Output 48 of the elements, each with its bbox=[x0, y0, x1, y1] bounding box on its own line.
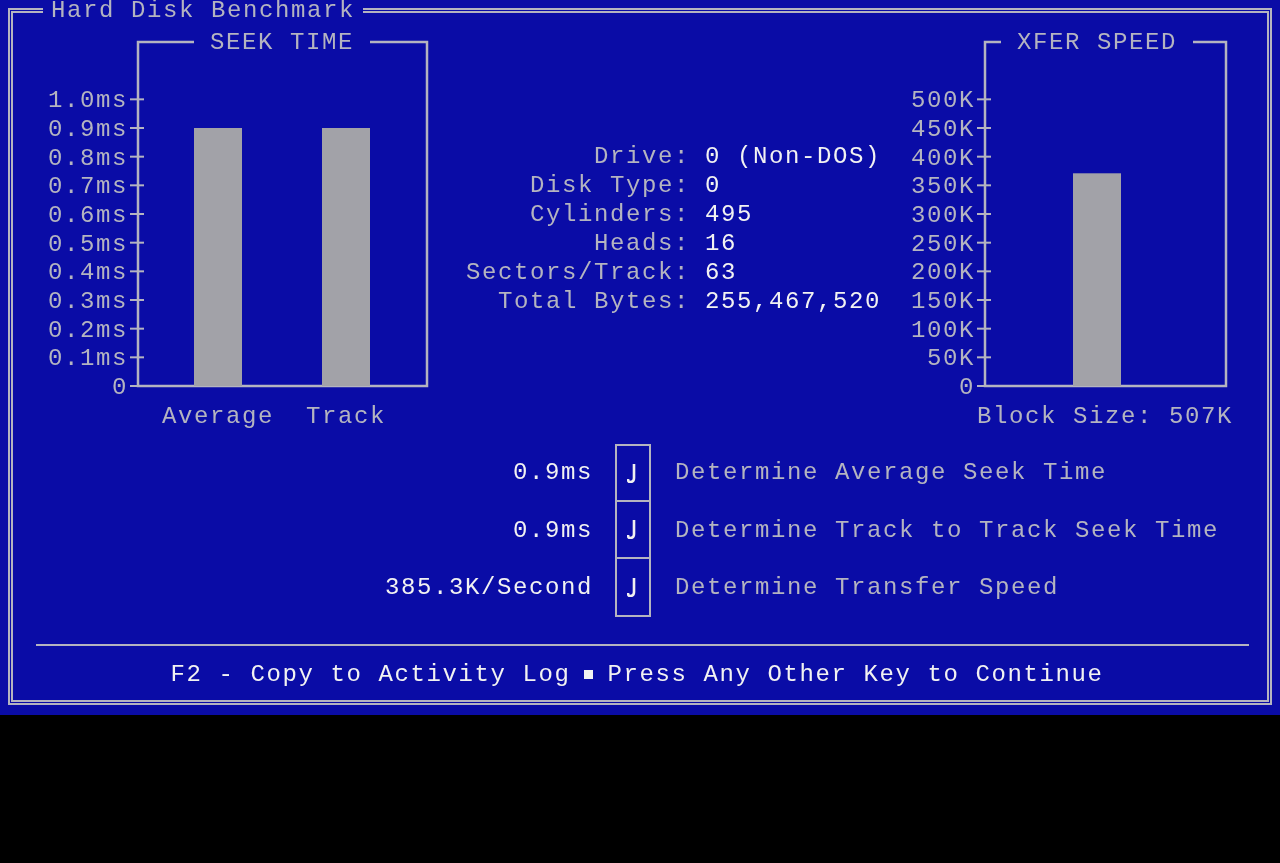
tick-label: 300K bbox=[911, 202, 975, 229]
tick-label: 0.2ms bbox=[48, 316, 128, 344]
test-label: Determine Transfer Speed bbox=[675, 574, 1061, 602]
test-result: 385.3K/Second bbox=[383, 574, 593, 602]
test-label: Determine Track to Track Seek Time bbox=[675, 516, 1221, 544]
tick-label: 400K bbox=[911, 144, 975, 172]
tick-label: 0.4ms bbox=[48, 259, 128, 287]
info-value: 0 (Non-DOS) bbox=[705, 142, 882, 171]
info-value: 16 bbox=[705, 229, 738, 258]
category-label: Average bbox=[162, 403, 274, 430]
info-value: 255,467,520 bbox=[705, 287, 882, 316]
tick-label: 0.9ms bbox=[48, 116, 128, 143]
tick-label: 250K bbox=[911, 230, 975, 258]
tick-label: 0.7ms bbox=[48, 173, 128, 201]
separator-icon bbox=[584, 670, 594, 679]
chart-title: XFER SPEED bbox=[1017, 29, 1177, 56]
info-label: Cylinders: bbox=[528, 200, 690, 229]
chart-title: SEEK TIME bbox=[210, 29, 354, 56]
x-axis-label: Block Size: 507K bbox=[977, 403, 1233, 430]
footer-text: Press Any Other Key to Continue bbox=[607, 661, 1104, 688]
category-label: Track bbox=[306, 403, 386, 430]
tick-label: 100K bbox=[911, 316, 975, 344]
tick-label: 0.5ms bbox=[48, 230, 128, 258]
tick-label: 450K bbox=[911, 116, 975, 143]
tick-label: 150K bbox=[911, 288, 975, 315]
footer-text: F2 - Copy to Activity Log bbox=[170, 661, 571, 688]
tick-label: 500K bbox=[911, 87, 975, 115]
tick-label: 1.0ms bbox=[48, 87, 128, 115]
tick-label: 0 bbox=[112, 374, 128, 401]
tick-label: 0.6ms bbox=[48, 202, 128, 229]
info-label: Total Bytes: bbox=[496, 287, 690, 316]
info-label: Disk Type: bbox=[528, 171, 690, 200]
tick-label: 200K bbox=[911, 259, 975, 287]
tick-label: 50K bbox=[927, 345, 975, 373]
info-value: 495 bbox=[705, 200, 754, 229]
test-result: 0.9ms bbox=[512, 459, 593, 487]
tick-label: 0.1ms bbox=[48, 345, 128, 373]
tick-label: 0.8ms bbox=[48, 144, 128, 172]
info-label: Heads: bbox=[593, 229, 690, 258]
info-value: 0 bbox=[705, 171, 722, 200]
info-label: Sectors/Track: bbox=[464, 258, 690, 287]
tick-label: 0 bbox=[959, 374, 975, 401]
tick-label: 0.3ms bbox=[48, 288, 128, 315]
tick-label: 350K bbox=[911, 173, 975, 201]
test-result: 0.9ms bbox=[512, 516, 593, 544]
info-label: Drive: bbox=[593, 142, 690, 171]
test-label: Determine Average Seek Time bbox=[675, 459, 1109, 487]
info-value: 63 bbox=[705, 258, 738, 287]
